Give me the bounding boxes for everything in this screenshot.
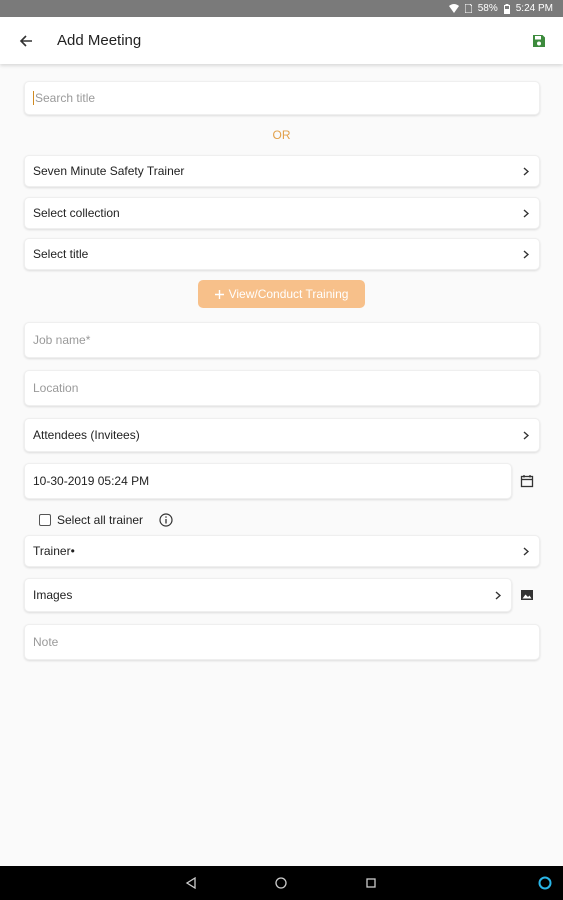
chevron-right-icon <box>521 249 531 259</box>
sim-icon <box>464 4 472 13</box>
square-recents-icon <box>366 878 376 888</box>
collection-label: Select collection <box>33 206 120 220</box>
save-button[interactable] <box>527 29 551 53</box>
title-selector[interactable]: Select title <box>24 238 540 270</box>
info-icon[interactable] <box>159 513 173 527</box>
datetime-field[interactable]: 10-30-2019 05:24 PM <box>24 463 512 499</box>
attendees-label: Attendees (Invitees) <box>33 428 140 442</box>
trainer-label: Trainer• <box>33 544 75 558</box>
select-all-trainer-label: Select all trainer <box>57 513 144 527</box>
battery-icon <box>503 3 510 14</box>
app-bar: Add Meeting <box>0 17 563 64</box>
status-time: 5:24 PM <box>515 3 553 14</box>
status-bar: 58% 5:24 PM <box>0 0 563 17</box>
trainer-program-selector[interactable]: Seven Minute Safety Trainer <box>24 155 540 187</box>
nav-recents-button[interactable] <box>363 875 379 891</box>
select-all-trainer-checkbox[interactable] <box>39 514 51 526</box>
add-image-button[interactable] <box>518 586 536 604</box>
wifi-icon <box>448 4 459 13</box>
nav-back-button[interactable] <box>183 875 199 891</box>
or-divider: OR <box>272 128 291 142</box>
select-all-trainer-row: Select all trainer <box>39 513 173 527</box>
view-conduct-training-button[interactable]: View/Conduct Training <box>198 280 365 308</box>
trainer-selector[interactable]: Trainer• <box>24 535 540 567</box>
battery-percent: 58% <box>477 3 498 14</box>
trainer-program-label: Seven Minute Safety Trainer <box>33 164 185 178</box>
images-label: Images <box>33 588 73 602</box>
job-name-placeholder: Job name* <box>33 333 91 347</box>
chevron-right-icon <box>521 546 531 556</box>
image-icon <box>521 590 533 600</box>
view-conduct-training-label: View/Conduct Training <box>228 287 349 301</box>
triangle-back-icon <box>185 877 196 889</box>
text-cursor <box>33 91 34 105</box>
attendees-selector[interactable]: Attendees (Invitees) <box>24 418 540 452</box>
title-label: Select title <box>33 247 89 261</box>
collection-selector[interactable]: Select collection <box>24 197 540 229</box>
page-title: Add Meeting <box>57 32 142 49</box>
note-placeholder: Note <box>33 635 59 649</box>
search-placeholder: Search title <box>35 91 96 105</box>
floppy-disk-icon <box>533 35 545 47</box>
chevron-right-icon <box>493 590 503 600</box>
assistant-button[interactable] <box>537 875 553 891</box>
search-input[interactable]: Search title <box>24 81 540 115</box>
system-nav-bar <box>0 866 563 900</box>
images-selector[interactable]: Images <box>24 578 512 612</box>
assistant-ring-icon <box>538 876 552 890</box>
calendar-button[interactable] <box>518 472 536 490</box>
circle-home-icon <box>275 877 287 889</box>
arrow-left-icon <box>19 35 32 47</box>
plus-icon <box>214 289 224 299</box>
location-placeholder: Location <box>33 381 79 395</box>
job-name-input[interactable]: Job name* <box>24 322 540 358</box>
calendar-icon <box>520 475 534 488</box>
location-input[interactable]: Location <box>24 370 540 406</box>
datetime-value: 10-30-2019 05:24 PM <box>33 474 150 488</box>
back-button[interactable] <box>14 29 38 53</box>
chevron-right-icon <box>521 430 531 440</box>
nav-home-button[interactable] <box>273 875 289 891</box>
chevron-right-icon <box>521 166 531 176</box>
chevron-right-icon <box>521 208 531 218</box>
note-input[interactable]: Note <box>24 624 540 660</box>
